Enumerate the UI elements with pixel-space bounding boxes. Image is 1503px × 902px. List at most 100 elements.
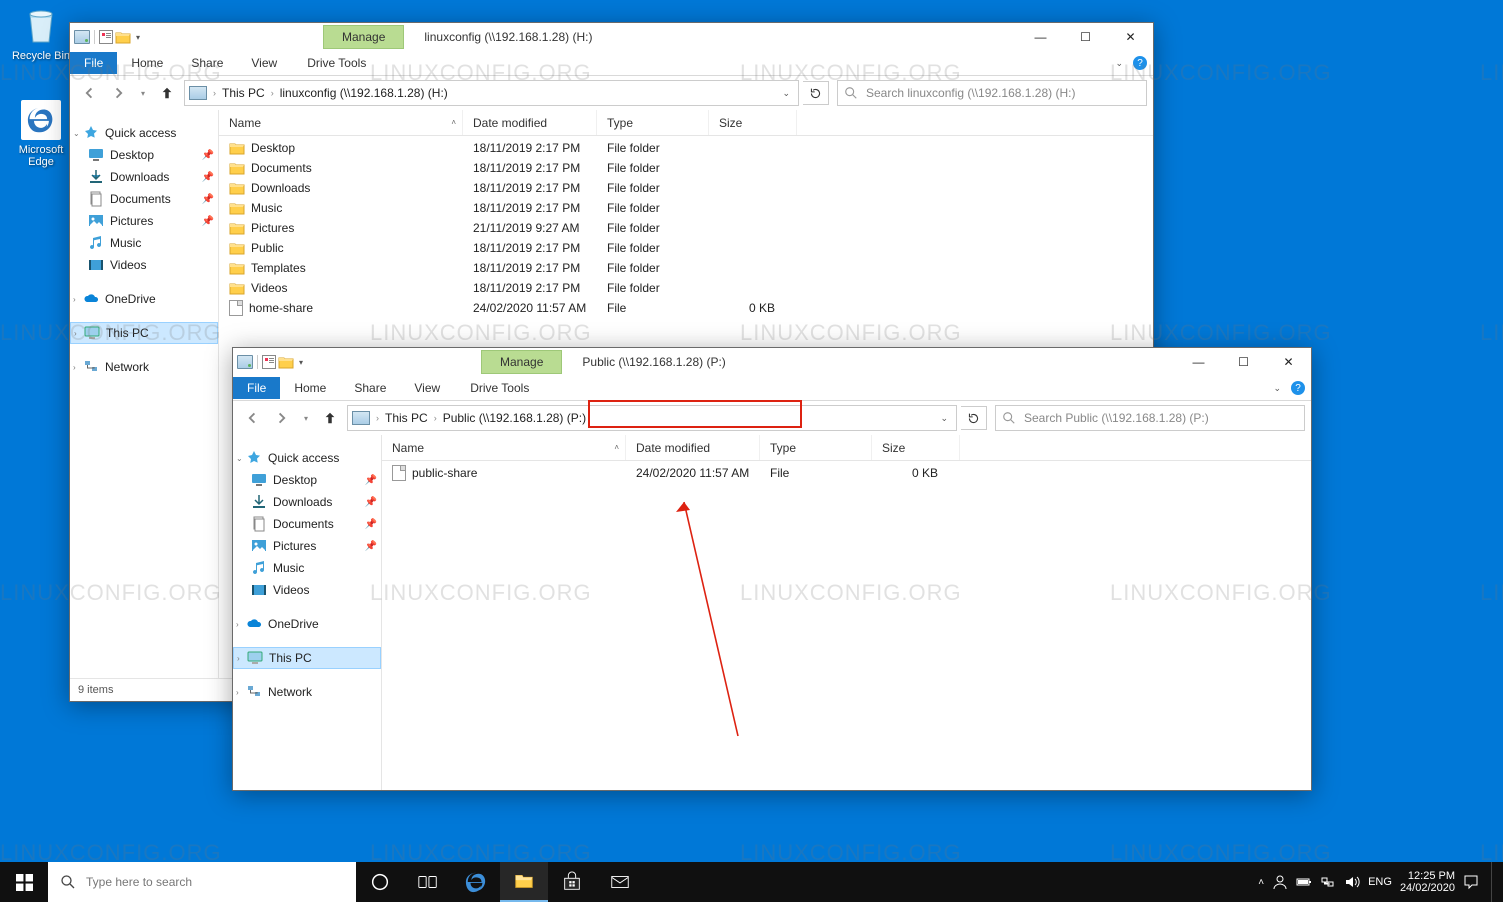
new-folder-icon[interactable]	[278, 355, 294, 369]
new-folder-icon[interactable]	[115, 30, 131, 44]
help-icon[interactable]: ?	[1133, 56, 1147, 70]
tab-home[interactable]: Home	[280, 377, 340, 399]
tab-share[interactable]: Share	[340, 377, 400, 399]
drive-icon[interactable]	[74, 30, 90, 44]
minimize-button[interactable]: —	[1018, 23, 1063, 51]
nav-item-desktop[interactable]: Desktop📌	[70, 144, 218, 166]
table-row[interactable]: Templates18/11/2019 2:17 PMFile folder	[219, 258, 1153, 278]
properties-icon[interactable]	[262, 355, 276, 369]
table-row[interactable]: Music18/11/2019 2:17 PMFile folder	[219, 198, 1153, 218]
nav-item-documents[interactable]: Documents📌	[233, 513, 381, 535]
crumb-this-pc[interactable]: This PC	[222, 86, 265, 100]
nav-item-desktop[interactable]: Desktop📌	[233, 469, 381, 491]
task-view-button[interactable]	[404, 862, 452, 902]
nav-recent-dropdown[interactable]: ▾	[299, 405, 313, 431]
tab-view[interactable]: View	[237, 52, 291, 74]
maximize-button[interactable]: ☐	[1063, 23, 1108, 51]
manage-tab[interactable]: Manage	[481, 350, 562, 374]
taskbar-app-store[interactable]	[548, 862, 596, 902]
ribbon-expand-icon[interactable]: ⌄	[1115, 58, 1123, 69]
nav-forward-button[interactable]	[106, 80, 132, 106]
nav-item-videos[interactable]: Videos	[233, 579, 381, 601]
crumb-location[interactable]: linuxconfig (\\192.168.1.28) (H:)	[280, 86, 448, 100]
search-input[interactable]: Search linuxconfig (\\192.168.1.28) (H:)	[837, 80, 1147, 106]
nav-item-music[interactable]: Music	[233, 557, 381, 579]
action-center-icon[interactable]	[1463, 874, 1479, 890]
tab-file[interactable]: File	[233, 377, 280, 399]
tab-drive-tools[interactable]: Drive Tools	[456, 377, 543, 399]
nav-this-pc[interactable]: ›This PC	[70, 322, 218, 344]
table-row[interactable]: Videos18/11/2019 2:17 PMFile folder	[219, 278, 1153, 298]
chevron-right-icon[interactable]: ›	[376, 413, 379, 423]
table-row[interactable]: Desktop18/11/2019 2:17 PMFile folder	[219, 138, 1153, 158]
taskbar-search-input[interactable]: Type here to search	[48, 862, 356, 902]
battery-icon[interactable]	[1296, 874, 1312, 890]
taskbar-app-mail[interactable]	[596, 862, 644, 902]
column-header-size[interactable]: Size	[872, 435, 960, 460]
start-button[interactable]	[0, 862, 48, 902]
nav-item-downloads[interactable]: Downloads📌	[233, 491, 381, 513]
column-header-date[interactable]: Date modified	[626, 435, 760, 460]
column-header-type[interactable]: Type	[760, 435, 872, 460]
nav-this-pc[interactable]: ›This PC	[233, 647, 381, 669]
taskbar-app-edge[interactable]	[452, 862, 500, 902]
column-header-type[interactable]: Type	[597, 110, 709, 135]
ribbon-expand-icon[interactable]: ⌄	[1273, 383, 1281, 394]
tray-expand-icon[interactable]: ˄	[1258, 877, 1264, 888]
tray-clock[interactable]: 12:25 PM 24/02/2020	[1400, 870, 1455, 894]
drive-icon[interactable]	[237, 355, 253, 369]
nav-network[interactable]: ›Network	[70, 356, 218, 378]
nav-forward-button[interactable]	[269, 405, 295, 431]
nav-item-documents[interactable]: Documents📌	[70, 188, 218, 210]
show-desktop-button[interactable]	[1491, 862, 1497, 902]
address-dropdown-icon[interactable]: ⌄	[776, 88, 796, 99]
nav-up-button[interactable]	[154, 80, 180, 106]
nav-quick-access[interactable]: ⌄ Quick access	[70, 122, 218, 144]
nav-item-videos[interactable]: Videos	[70, 254, 218, 276]
refresh-button[interactable]	[961, 406, 987, 430]
refresh-button[interactable]	[803, 81, 829, 105]
nav-item-music[interactable]: Music	[70, 232, 218, 254]
taskbar-app-explorer[interactable]	[500, 862, 548, 902]
qat-dropdown-icon[interactable]: ▾	[296, 358, 306, 367]
nav-recent-dropdown[interactable]: ▾	[136, 80, 150, 106]
address-bar[interactable]: › This PC › linuxconfig (\\192.168.1.28)…	[184, 80, 799, 106]
search-input[interactable]: Search Public (\\192.168.1.28) (P:)	[995, 405, 1305, 431]
nav-quick-access[interactable]: ⌄Quick access	[233, 447, 381, 469]
column-header-name[interactable]: Name˄	[219, 110, 463, 135]
crumb-this-pc[interactable]: This PC	[385, 411, 428, 425]
nav-onedrive[interactable]: ›OneDrive	[233, 613, 381, 635]
nav-up-button[interactable]	[317, 405, 343, 431]
chevron-right-icon[interactable]: ›	[271, 88, 274, 98]
nav-item-downloads[interactable]: Downloads📌	[70, 166, 218, 188]
tab-home[interactable]: Home	[117, 52, 177, 74]
crumb-location[interactable]: Public (\\192.168.1.28) (P:)	[443, 411, 586, 425]
column-header-size[interactable]: Size	[709, 110, 797, 135]
nav-network[interactable]: ›Network	[233, 681, 381, 703]
properties-icon[interactable]	[99, 30, 113, 44]
help-icon[interactable]: ?	[1291, 381, 1305, 395]
tab-share[interactable]: Share	[177, 52, 237, 74]
tab-file[interactable]: File	[70, 52, 117, 74]
nav-back-button[interactable]	[239, 405, 265, 431]
column-header-date[interactable]: Date modified	[463, 110, 597, 135]
desktop-icon-edge[interactable]: Microsoft Edge	[6, 100, 76, 168]
manage-tab[interactable]: Manage	[323, 25, 404, 49]
maximize-button[interactable]: ☐	[1221, 348, 1266, 376]
table-row[interactable]: Downloads18/11/2019 2:17 PMFile folder	[219, 178, 1153, 198]
titlebar[interactable]: ▾ Manage Public (\\192.168.1.28) (P:) — …	[233, 348, 1311, 376]
table-row[interactable]: Public18/11/2019 2:17 PMFile folder	[219, 238, 1153, 258]
network-icon[interactable]	[1320, 874, 1336, 890]
close-button[interactable]: ✕	[1266, 348, 1311, 376]
close-button[interactable]: ✕	[1108, 23, 1153, 51]
nav-onedrive[interactable]: ›OneDrive	[70, 288, 218, 310]
volume-icon[interactable]	[1344, 874, 1360, 890]
minimize-button[interactable]: —	[1176, 348, 1221, 376]
tab-drive-tools[interactable]: Drive Tools	[293, 52, 380, 74]
titlebar[interactable]: ▾ Manage linuxconfig (\\192.168.1.28) (H…	[70, 23, 1153, 51]
chevron-right-icon[interactable]: ›	[434, 413, 437, 423]
table-row[interactable]: public-share24/02/2020 11:57 AMFile0 KB	[382, 463, 1311, 483]
nav-back-button[interactable]	[76, 80, 102, 106]
tab-view[interactable]: View	[400, 377, 454, 399]
qat-dropdown-icon[interactable]: ▾	[133, 33, 143, 42]
